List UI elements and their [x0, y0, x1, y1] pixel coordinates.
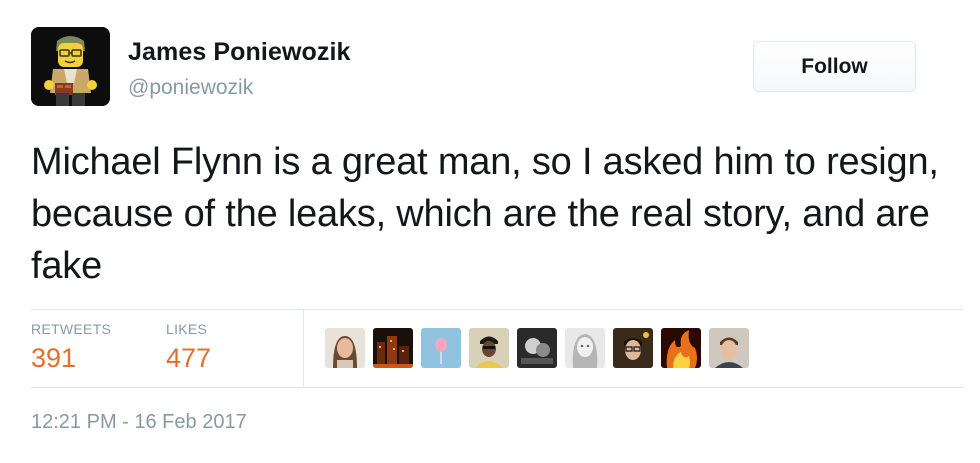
liker-avatar[interactable] [373, 328, 413, 368]
man-glasses-icon [613, 328, 653, 368]
man-cap-icon [469, 328, 509, 368]
man-portrait-icon [709, 328, 749, 368]
likes-label[interactable]: LIKES [166, 321, 207, 337]
tweet-timestamp[interactable]: 12:21 PM - 16 Feb 2017 [31, 411, 247, 434]
author-handle[interactable]: @poniewozik [128, 76, 253, 100]
liker-avatar[interactable] [613, 328, 653, 368]
liker-avatar[interactable] [517, 328, 557, 368]
liker-avatar[interactable] [325, 328, 365, 368]
lego-figure-icon [31, 27, 110, 106]
stats-separator [303, 309, 304, 387]
bw-photo-icon [517, 328, 557, 368]
retweets-count[interactable]: 391 [31, 343, 76, 374]
stats-divider-top [31, 309, 963, 310]
woman-bw-icon [565, 328, 605, 368]
stats-divider-bottom [31, 387, 963, 388]
author-avatar[interactable] [31, 27, 110, 106]
retweets-label[interactable]: RETWEETS [31, 321, 111, 337]
liker-avatar[interactable] [421, 328, 461, 368]
author-name[interactable]: James Poniewozik [128, 38, 351, 67]
tweet-text: Michael Flynn is a great man, so I asked… [31, 141, 939, 287]
likes-count[interactable]: 477 [166, 343, 211, 374]
liker-avatar[interactable] [469, 328, 509, 368]
fire-icon [661, 328, 701, 368]
liker-avatar[interactable] [661, 328, 701, 368]
liker-avatar[interactable] [565, 328, 605, 368]
liker-avatar[interactable] [709, 328, 749, 368]
woman-portrait-icon [325, 328, 365, 368]
follow-button[interactable]: Follow [753, 41, 916, 92]
balloon-icon [421, 328, 461, 368]
tweet-card: James Poniewozik @poniewozik Follow Mich… [0, 0, 980, 463]
city-night-icon [373, 328, 413, 368]
